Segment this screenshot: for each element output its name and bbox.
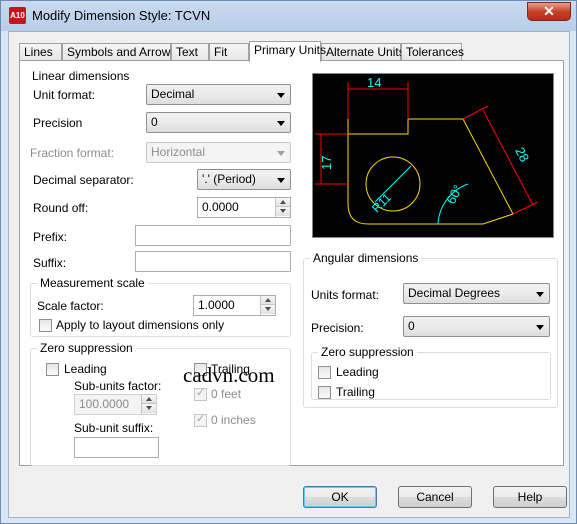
- decimal-separator-value: '.' (Period): [202, 172, 256, 186]
- dialog-client-area: Lines Symbols and Arrows Text Fit Primar…: [8, 31, 570, 518]
- zero-feet-checkbox[interactable]: [194, 386, 207, 401]
- tab-primary-units[interactable]: Primary Units: [249, 41, 326, 62]
- spin-down-icon[interactable]: [261, 305, 275, 314]
- round-off-spinner[interactable]: 0.0000: [197, 197, 291, 218]
- watermark-text: cadvn.com: [183, 363, 275, 387]
- measurement-scale-group: Measurement scale Scale factor: 1.0000 A…: [30, 276, 291, 337]
- chevron-down-icon: [277, 151, 285, 156]
- prefix-label: Prefix:: [33, 230, 68, 244]
- angular-leading-checkbox[interactable]: [318, 366, 331, 379]
- chevron-down-icon: [277, 178, 285, 183]
- preview-dim-top: 14: [367, 75, 381, 90]
- angular-precision-dropdown[interactable]: 0: [403, 316, 550, 337]
- sub-unit-suffix-input[interactable]: [74, 437, 159, 458]
- scale-factor-spinner[interactable]: 1.0000: [193, 295, 276, 316]
- decimal-separator-dropdown[interactable]: '.' (Period): [197, 169, 291, 190]
- suffix-input[interactable]: [135, 251, 291, 272]
- scale-factor-label: Scale factor:: [37, 299, 104, 313]
- leading-label: Leading: [64, 362, 107, 376]
- tab-text[interactable]: Text: [171, 43, 209, 61]
- preview-dim-left: 17: [319, 156, 334, 170]
- round-off-value: 0.0000: [202, 200, 239, 214]
- autocad-app-icon: A10: [9, 7, 26, 24]
- tab-tolerances[interactable]: Tolerances: [401, 43, 464, 61]
- spin-up-icon[interactable]: [276, 198, 290, 207]
- preview-dim-radius: R11: [369, 190, 394, 215]
- decimal-separator-label: Decimal separator:: [33, 173, 134, 187]
- ok-button[interactable]: OK: [303, 486, 377, 508]
- zero-inches-checkbox[interactable]: [194, 412, 207, 427]
- zero-suppression-title: Zero suppression: [37, 341, 136, 355]
- unit-format-value: Decimal: [151, 87, 195, 101]
- fraction-format-label: Fraction format:: [30, 146, 115, 160]
- help-button[interactable]: Help: [493, 486, 567, 508]
- chevron-down-icon: [277, 93, 285, 98]
- angular-leading-label: Leading: [336, 365, 379, 379]
- tab-fit[interactable]: Fit: [209, 43, 249, 61]
- fraction-format-dropdown[interactable]: Horizontal: [146, 142, 291, 163]
- preview-dim-angle: 60°: [443, 182, 465, 206]
- precision-value: 0: [151, 115, 158, 129]
- tab-lines[interactable]: Lines: [19, 43, 62, 61]
- close-button[interactable]: ✕: [527, 2, 571, 21]
- angular-trailing-checkbox[interactable]: [318, 386, 331, 399]
- tab-symbols-and-arrows[interactable]: Symbols and Arrows: [62, 43, 176, 61]
- title-bar[interactable]: A10 Modify Dimension Style: TCVN ✕: [1, 1, 576, 31]
- preview-drawing: 14 17 28 60° R11: [315, 75, 539, 225]
- apply-layout-checkbox[interactable]: [39, 319, 52, 332]
- tab-alternate-units[interactable]: Alternate Units: [321, 43, 405, 61]
- angular-zero-suppression-group: Zero suppression Leading Trailing: [311, 345, 551, 400]
- measurement-scale-title: Measurement scale: [37, 276, 148, 290]
- chevron-down-icon: [536, 325, 544, 330]
- primary-units-page: Linear dimensions Unit format: Decimal P…: [19, 60, 564, 466]
- round-off-label: Round off:: [33, 201, 89, 215]
- spin-down-icon[interactable]: [276, 207, 290, 216]
- sub-unit-suffix-label: Sub-unit suffix:: [74, 421, 154, 435]
- chevron-down-icon: [536, 292, 544, 297]
- angular-dimensions-group: Angular dimensions Units format: Decimal…: [303, 251, 558, 408]
- scale-factor-value: 1.0000: [198, 298, 235, 312]
- unit-format-dropdown[interactable]: Decimal: [146, 84, 291, 105]
- preview-dim-right: 28: [512, 145, 532, 165]
- sub-units-factor-value: 100.0000: [79, 397, 130, 411]
- linear-dimensions-title: Linear dimensions: [29, 69, 133, 83]
- chevron-down-icon: [277, 121, 285, 126]
- dialog-window: A10 Modify Dimension Style: TCVN ✕ Lines…: [0, 0, 577, 524]
- spin-up-icon[interactable]: [261, 296, 275, 305]
- precision-label: Precision: [33, 116, 83, 130]
- dimension-preview: 14 17 28 60° R11: [312, 73, 554, 238]
- units-format-value: Decimal Degrees: [408, 286, 501, 300]
- units-format-label: Units format:: [311, 288, 380, 302]
- prefix-input[interactable]: [135, 225, 291, 246]
- zero-inches-label: 0 inches: [211, 413, 256, 427]
- spin-down-icon[interactable]: [142, 404, 156, 413]
- sub-units-factor-spinner[interactable]: 100.0000: [74, 394, 157, 415]
- sub-units-factor-label: Sub-units factor:: [74, 379, 162, 393]
- spin-up-icon[interactable]: [142, 395, 156, 404]
- cancel-button[interactable]: Cancel: [398, 486, 472, 508]
- units-format-dropdown[interactable]: Decimal Degrees: [403, 283, 550, 304]
- angular-zero-suppression-title: Zero suppression: [318, 345, 417, 359]
- angular-dimensions-title: Angular dimensions: [310, 251, 422, 265]
- angular-trailing-label: Trailing: [336, 385, 375, 399]
- angular-precision-label: Precision:: [311, 321, 364, 335]
- dialog-title: Modify Dimension Style: TCVN: [32, 8, 211, 23]
- ext-line-right-bottom: [512, 201, 539, 215]
- apply-layout-label: Apply to layout dimensions only: [56, 318, 225, 332]
- leading-checkbox[interactable]: [46, 363, 59, 376]
- fraction-format-value: Horizontal: [151, 145, 206, 159]
- suffix-label: Suffix:: [33, 256, 67, 270]
- precision-dropdown[interactable]: 0: [146, 112, 291, 133]
- angular-precision-value: 0: [408, 319, 415, 333]
- zero-feet-label: 0 feet: [211, 387, 242, 401]
- unit-format-label: Unit format:: [33, 88, 96, 102]
